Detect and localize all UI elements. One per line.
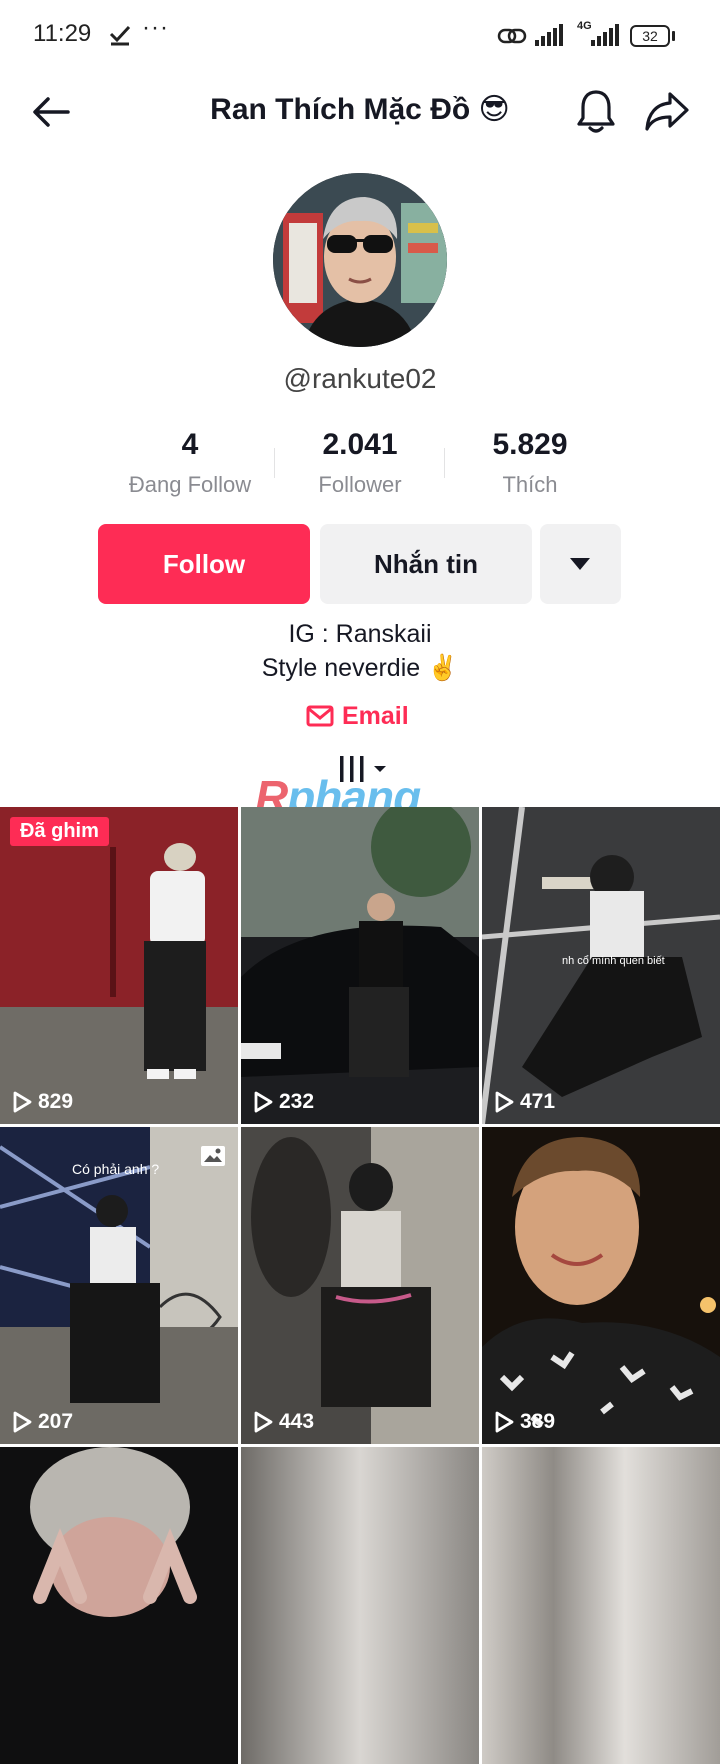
battery-tip: [672, 31, 675, 41]
play-icon: [495, 1091, 514, 1113]
view-count: 829: [12, 1090, 73, 1114]
follow-button[interactable]: Follow: [98, 524, 310, 604]
video-tile[interactable]: 389: [482, 1127, 720, 1444]
video-caption: nh cổ mình quen biết: [562, 955, 665, 967]
stat-value: 2.041: [322, 428, 398, 461]
status-bar: 11:29 ··· 4G 32: [0, 0, 720, 72]
more-notifications-icon: ···: [142, 14, 169, 41]
view-count-value: 471: [520, 1090, 556, 1113]
play-icon: [13, 1411, 32, 1433]
avatar[interactable]: [273, 173, 447, 347]
bio-line: Style neverdie ✌️: [261, 654, 459, 682]
stat-followers[interactable]: 2.041 Follower: [275, 428, 445, 498]
link-icon: [497, 28, 527, 44]
caret-down-icon: [570, 558, 590, 570]
play-icon: [13, 1091, 32, 1113]
video-caption: Có phải anh ?: [72, 1161, 160, 1177]
video-thumbnail: [0, 1447, 238, 1764]
stat-value: 5.829: [492, 428, 568, 461]
video-tile[interactable]: Có phải anh ? 207: [0, 1127, 238, 1444]
suggested-accounts-button[interactable]: [540, 524, 621, 604]
video-tile[interactable]: [482, 1447, 720, 1764]
view-count-value: 389: [520, 1410, 556, 1433]
avatar-image: [273, 173, 447, 347]
play-icon: [254, 1411, 273, 1433]
view-count-value: 207: [38, 1410, 74, 1433]
checkmark-icon: [109, 25, 131, 46]
stat-label: Thích: [502, 472, 558, 497]
email-label: Email: [342, 702, 409, 730]
play-icon: [495, 1411, 514, 1433]
stat-following[interactable]: 4 Đang Follow: [105, 428, 275, 498]
photo-icon: [201, 1146, 225, 1166]
play-icon: [254, 1091, 273, 1113]
stat-value: 4: [181, 428, 199, 461]
view-count: 471: [494, 1090, 555, 1114]
pinned-badge: Đã ghim: [10, 817, 109, 846]
share-icon[interactable]: [644, 90, 690, 132]
view-count: 389: [494, 1410, 555, 1434]
username: @rankute02: [283, 363, 437, 394]
video-thumbnail: [241, 807, 479, 1124]
mail-icon: [306, 705, 334, 727]
video-tile[interactable]: nh cổ mình quen biết 471: [482, 807, 720, 1124]
stat-label: Follower: [318, 472, 402, 497]
video-tile[interactable]: Đã ghim 829: [0, 807, 238, 1124]
stat-label: Đang Follow: [128, 472, 252, 497]
stat-likes[interactable]: 5.829 Thích: [445, 428, 615, 498]
video-tile[interactable]: 232: [241, 807, 479, 1124]
profile-header: Ran Thích Mặc Đồ 😎: [0, 72, 720, 152]
message-button[interactable]: Nhắn tin: [320, 524, 532, 604]
signal-2-icon: [591, 24, 619, 46]
signal-icon: [535, 24, 563, 46]
video-thumbnail: [241, 1447, 479, 1764]
bio-line: IG : Ranskaii: [288, 620, 432, 648]
video-tile[interactable]: 443: [241, 1127, 479, 1444]
page-title: Ran Thích Mặc Đồ 😎: [210, 93, 510, 126]
video-thumbnail: [482, 1127, 720, 1444]
view-count-value: 232: [279, 1090, 315, 1113]
video-tile[interactable]: [241, 1447, 479, 1764]
video-tile[interactable]: [0, 1447, 238, 1764]
back-arrow-icon[interactable]: [30, 90, 74, 134]
view-count-value: 443: [279, 1410, 315, 1433]
video-thumbnail: [482, 1447, 720, 1764]
battery-icon: 32: [630, 25, 670, 47]
status-time: 11:29: [33, 20, 92, 47]
view-count: 207: [12, 1410, 73, 1434]
video-thumbnail: [0, 807, 238, 1124]
view-count-value: 829: [38, 1090, 74, 1113]
view-count: 232: [253, 1090, 314, 1114]
bell-icon[interactable]: [575, 88, 617, 134]
view-count: 443: [253, 1410, 314, 1434]
video-thumbnail: [241, 1127, 479, 1444]
